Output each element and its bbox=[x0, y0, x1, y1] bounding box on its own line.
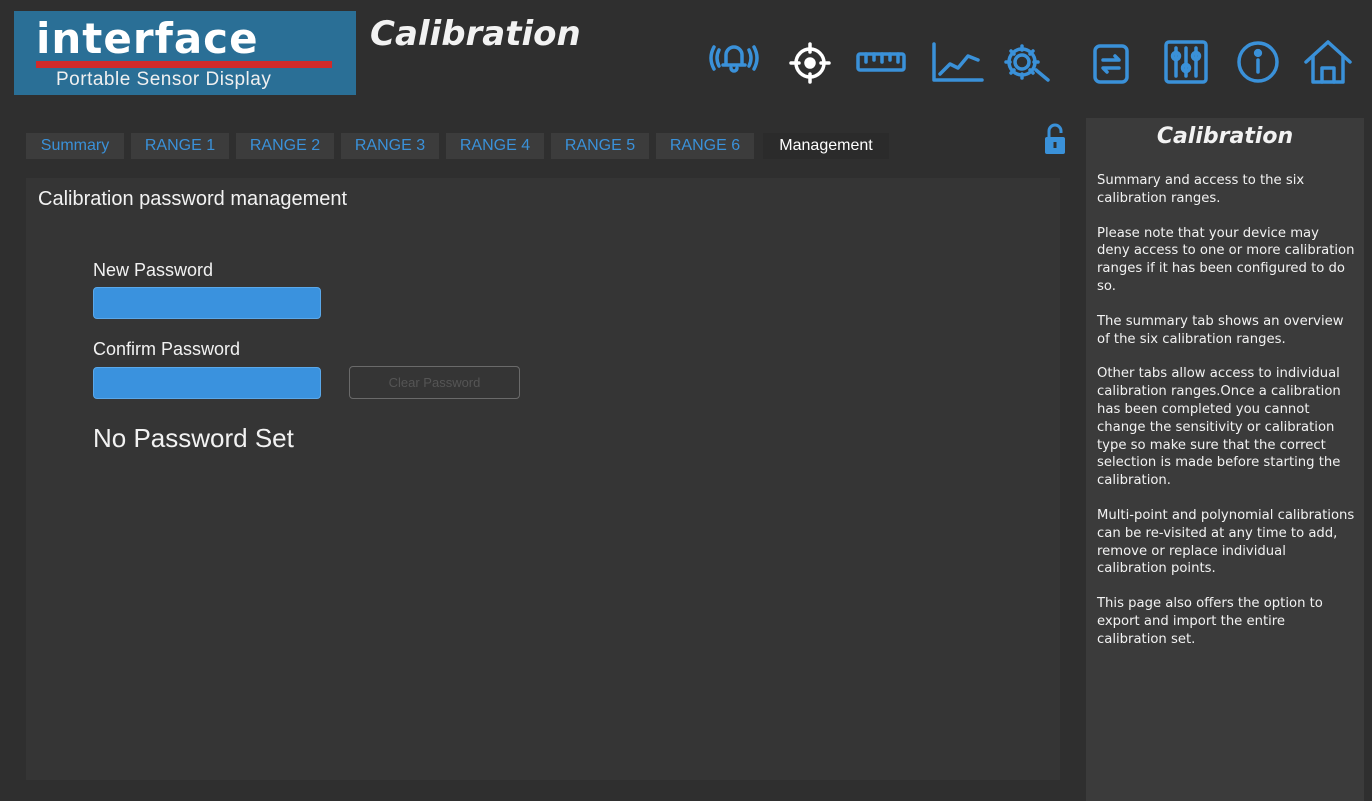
tab-range-1[interactable]: RANGE 1 bbox=[131, 133, 229, 159]
logo-red-bar bbox=[36, 61, 332, 68]
tab-range-4[interactable]: RANGE 4 bbox=[446, 133, 544, 159]
home-icon[interactable] bbox=[1300, 30, 1356, 86]
tab-range-5[interactable]: RANGE 5 bbox=[551, 133, 649, 159]
help-paragraph: This page also offers the option to expo… bbox=[1097, 596, 1323, 647]
tab-range-3[interactable]: RANGE 3 bbox=[341, 133, 439, 159]
logo-subtitle: Portable Sensor Display bbox=[56, 69, 272, 90]
page-title: Calibration bbox=[370, 14, 581, 54]
gear-wrench-icon[interactable] bbox=[998, 30, 1054, 86]
unlock-icon[interactable] bbox=[1042, 122, 1068, 156]
info-icon[interactable] bbox=[1230, 30, 1286, 86]
brand-logo[interactable]: interface Portable Sensor Display bbox=[14, 11, 356, 95]
section-heading: Calibration password management bbox=[38, 188, 348, 210]
target-crosshair-icon[interactable] bbox=[782, 30, 838, 86]
help-paragraph: The summary tab shows an overview of the… bbox=[1097, 313, 1344, 347]
clear-password-button[interactable]: Clear Password bbox=[349, 366, 520, 399]
new-password-input[interactable] bbox=[93, 287, 321, 319]
help-paragraph: Please note that your device may deny ac… bbox=[1097, 225, 1355, 294]
help-paragraph: Other tabs allow access to individual ca… bbox=[1097, 366, 1341, 489]
management-panel: Calibration password management New Pass… bbox=[26, 178, 1060, 780]
help-title: Calibration bbox=[1156, 124, 1294, 149]
file-transfer-icon[interactable] bbox=[1083, 30, 1139, 86]
tab-management[interactable]: Management bbox=[763, 133, 889, 159]
app-window: interface Portable Sensor Display Calibr… bbox=[0, 0, 1372, 801]
confirm-password-label: Confirm Password bbox=[93, 339, 241, 359]
sliders-icon[interactable] bbox=[1158, 30, 1214, 86]
confirm-password-input[interactable] bbox=[93, 367, 321, 399]
tab-summary[interactable]: Summary bbox=[26, 133, 124, 159]
tab-range-2[interactable]: RANGE 2 bbox=[236, 133, 334, 159]
new-password-label: New Password bbox=[93, 260, 214, 280]
help-paragraph: Multi-point and polynomial calibrations … bbox=[1097, 507, 1355, 577]
help-panel: Calibration Summary and access to the si… bbox=[1086, 118, 1364, 801]
help-body: Summary and access to the six calibratio… bbox=[1097, 172, 1355, 666]
ruler-icon[interactable] bbox=[852, 30, 908, 86]
help-paragraph: Summary and access to the six calibratio… bbox=[1097, 173, 1305, 206]
alarm-bell-icon[interactable] bbox=[706, 30, 762, 86]
line-chart-icon[interactable] bbox=[928, 30, 984, 86]
tab-range-6[interactable]: RANGE 6 bbox=[656, 133, 754, 159]
logo-wordmark: interface bbox=[36, 14, 259, 63]
password-status: No Password Set bbox=[93, 423, 294, 453]
